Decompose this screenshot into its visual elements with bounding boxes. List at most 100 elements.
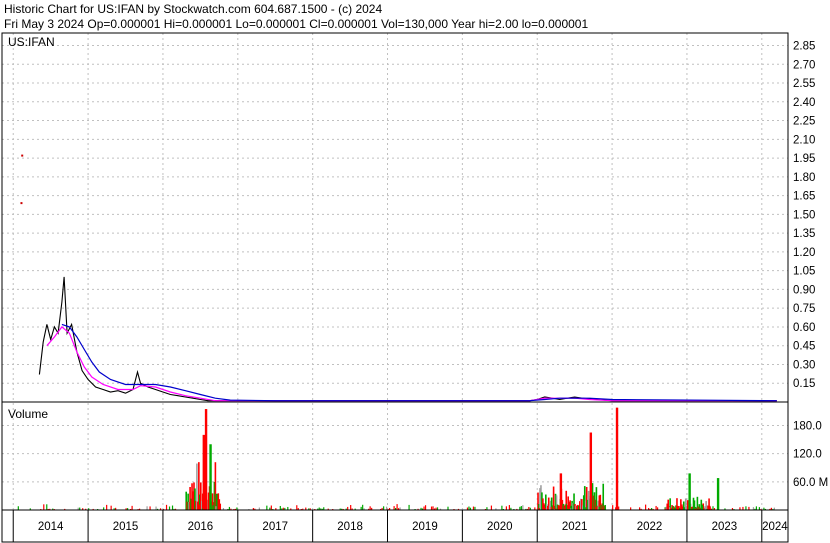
price-tick-label: 1.35 (793, 228, 815, 240)
year-tick-label: 2020 (487, 521, 513, 533)
stock-chart: Historic Chart for US:IFAN by Stockwatch… (0, 0, 830, 543)
year-tick-label: 2024 (762, 521, 788, 533)
price-tick-label: 2.85 (793, 41, 815, 53)
price-tick-label: 0.45 (793, 341, 815, 353)
volume-bar (423, 506, 425, 510)
year-tick-label: 2014 (38, 521, 64, 533)
volume-title: Volume (8, 407, 48, 421)
volume-bar (712, 506, 714, 510)
volume-bar (279, 505, 281, 510)
volume-bar (383, 506, 385, 510)
volume-bar (424, 505, 427, 510)
volume-spike-bar (204, 409, 208, 510)
volume-bar (490, 505, 493, 510)
volume-bar (369, 506, 371, 510)
volume-spike-bar (559, 473, 563, 510)
volume-bar (508, 505, 510, 510)
volume-bar (701, 505, 704, 510)
volume-bar (46, 504, 48, 510)
price-outlier-point (21, 154, 24, 157)
volume-bar (168, 506, 171, 510)
volume-bar (430, 506, 433, 510)
price-tick-label: 2.70 (793, 59, 815, 71)
volume-bar (198, 504, 201, 510)
volume-bar (598, 506, 600, 510)
volume-bar (472, 506, 475, 510)
volume-bar (505, 506, 507, 510)
volume-spike-bar (688, 473, 691, 510)
volume-bar (43, 504, 45, 510)
price-tick-label: 1.80 (793, 172, 815, 184)
volume-bar (501, 505, 503, 510)
symbol-label: US:IFAN (8, 35, 55, 49)
volume-spike-bar (716, 478, 720, 510)
year-tick-label: 2015 (113, 521, 139, 533)
header-title: Historic Chart for US:IFAN by Stockwatch… (4, 2, 382, 16)
volume-bar (745, 506, 747, 510)
volume-bar (17, 506, 19, 510)
volume-bar (612, 505, 614, 510)
volume-bar (149, 506, 151, 510)
volume-bar (270, 505, 272, 510)
price-tick-label: 0.30 (793, 359, 815, 371)
price-tick-label: 1.05 (793, 266, 815, 278)
chart-background (0, 0, 830, 543)
volume-bar (645, 504, 647, 510)
price-tick-label: 0.90 (793, 284, 815, 296)
volume-spike-bar (209, 444, 212, 510)
volume-bar (468, 506, 470, 510)
year-tick-label: 2023 (712, 521, 738, 533)
volume-bar (266, 505, 268, 510)
volume-tick-label: 60.0 M (793, 477, 828, 489)
year-tick-label: 2019 (412, 521, 438, 533)
volume-spike-bar (615, 407, 619, 510)
volume-bar (215, 506, 217, 510)
volume-tick-label: 180.0 (793, 420, 822, 432)
volume-bar (350, 505, 352, 510)
volume-bar (165, 504, 168, 510)
volume-spike-bar (589, 432, 593, 510)
volume-bar (171, 505, 174, 510)
volume-bar (618, 506, 620, 510)
price-outlier-point (20, 202, 23, 205)
year-tick-label: 2022 (637, 521, 663, 533)
price-tick-label: 0.15 (793, 378, 815, 390)
volume-bar (296, 505, 298, 510)
volume-bar (393, 506, 395, 510)
price-tick-label: 1.95 (793, 153, 815, 165)
year-tick-label: 2018 (337, 521, 363, 533)
volume-bar (522, 505, 524, 510)
year-tick-label: 2021 (562, 521, 588, 533)
header-quote: Fri May 3 2024 Op=0.000001 Hi=0.000001 L… (4, 17, 588, 31)
volume-bar (432, 506, 434, 510)
volume-bar (219, 503, 222, 510)
volume-bar (755, 506, 758, 510)
volume-bar (709, 505, 711, 510)
price-tick-label: 2.10 (793, 134, 815, 146)
volume-spike-bar (202, 434, 206, 510)
volume-bar (362, 504, 364, 510)
price-tick-label: 2.55 (793, 78, 815, 90)
volume-bar (396, 504, 398, 510)
volume-bar (131, 505, 133, 510)
volume-bar (155, 506, 157, 510)
volume-bar (604, 504, 606, 510)
volume-bar (565, 503, 567, 510)
volume-bar (212, 505, 214, 510)
price-tick-label: 0.75 (793, 303, 815, 315)
volume-bar (655, 505, 657, 510)
volume-bar (106, 504, 108, 510)
price-tick-label: 1.20 (793, 247, 815, 259)
volume-tick-label: 120.0 (793, 449, 822, 461)
price-tick-label: 1.65 (793, 191, 815, 203)
price-tick-label: 2.25 (793, 116, 815, 128)
price-tick-label: 1.50 (793, 209, 815, 221)
price-tick-label: 2.40 (793, 97, 815, 109)
year-tick-label: 2016 (188, 521, 214, 533)
volume-bar (146, 506, 148, 510)
volume-bar (520, 506, 522, 510)
year-tick-label: 2017 (262, 521, 288, 533)
price-tick-label: 0.60 (793, 322, 815, 334)
volume-bar (110, 505, 112, 510)
volume-bar (408, 504, 410, 510)
